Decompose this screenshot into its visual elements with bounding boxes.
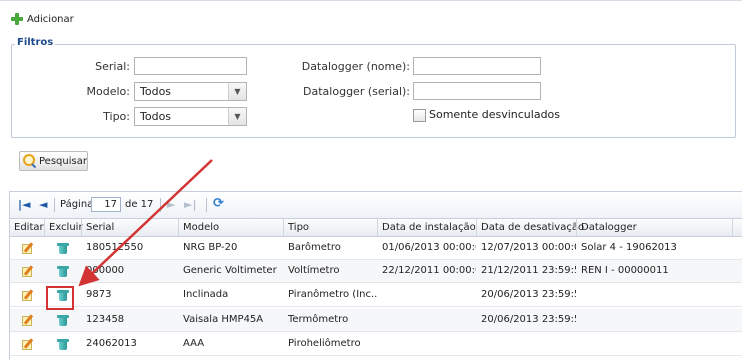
annotation-arrow	[78, 159, 213, 287]
